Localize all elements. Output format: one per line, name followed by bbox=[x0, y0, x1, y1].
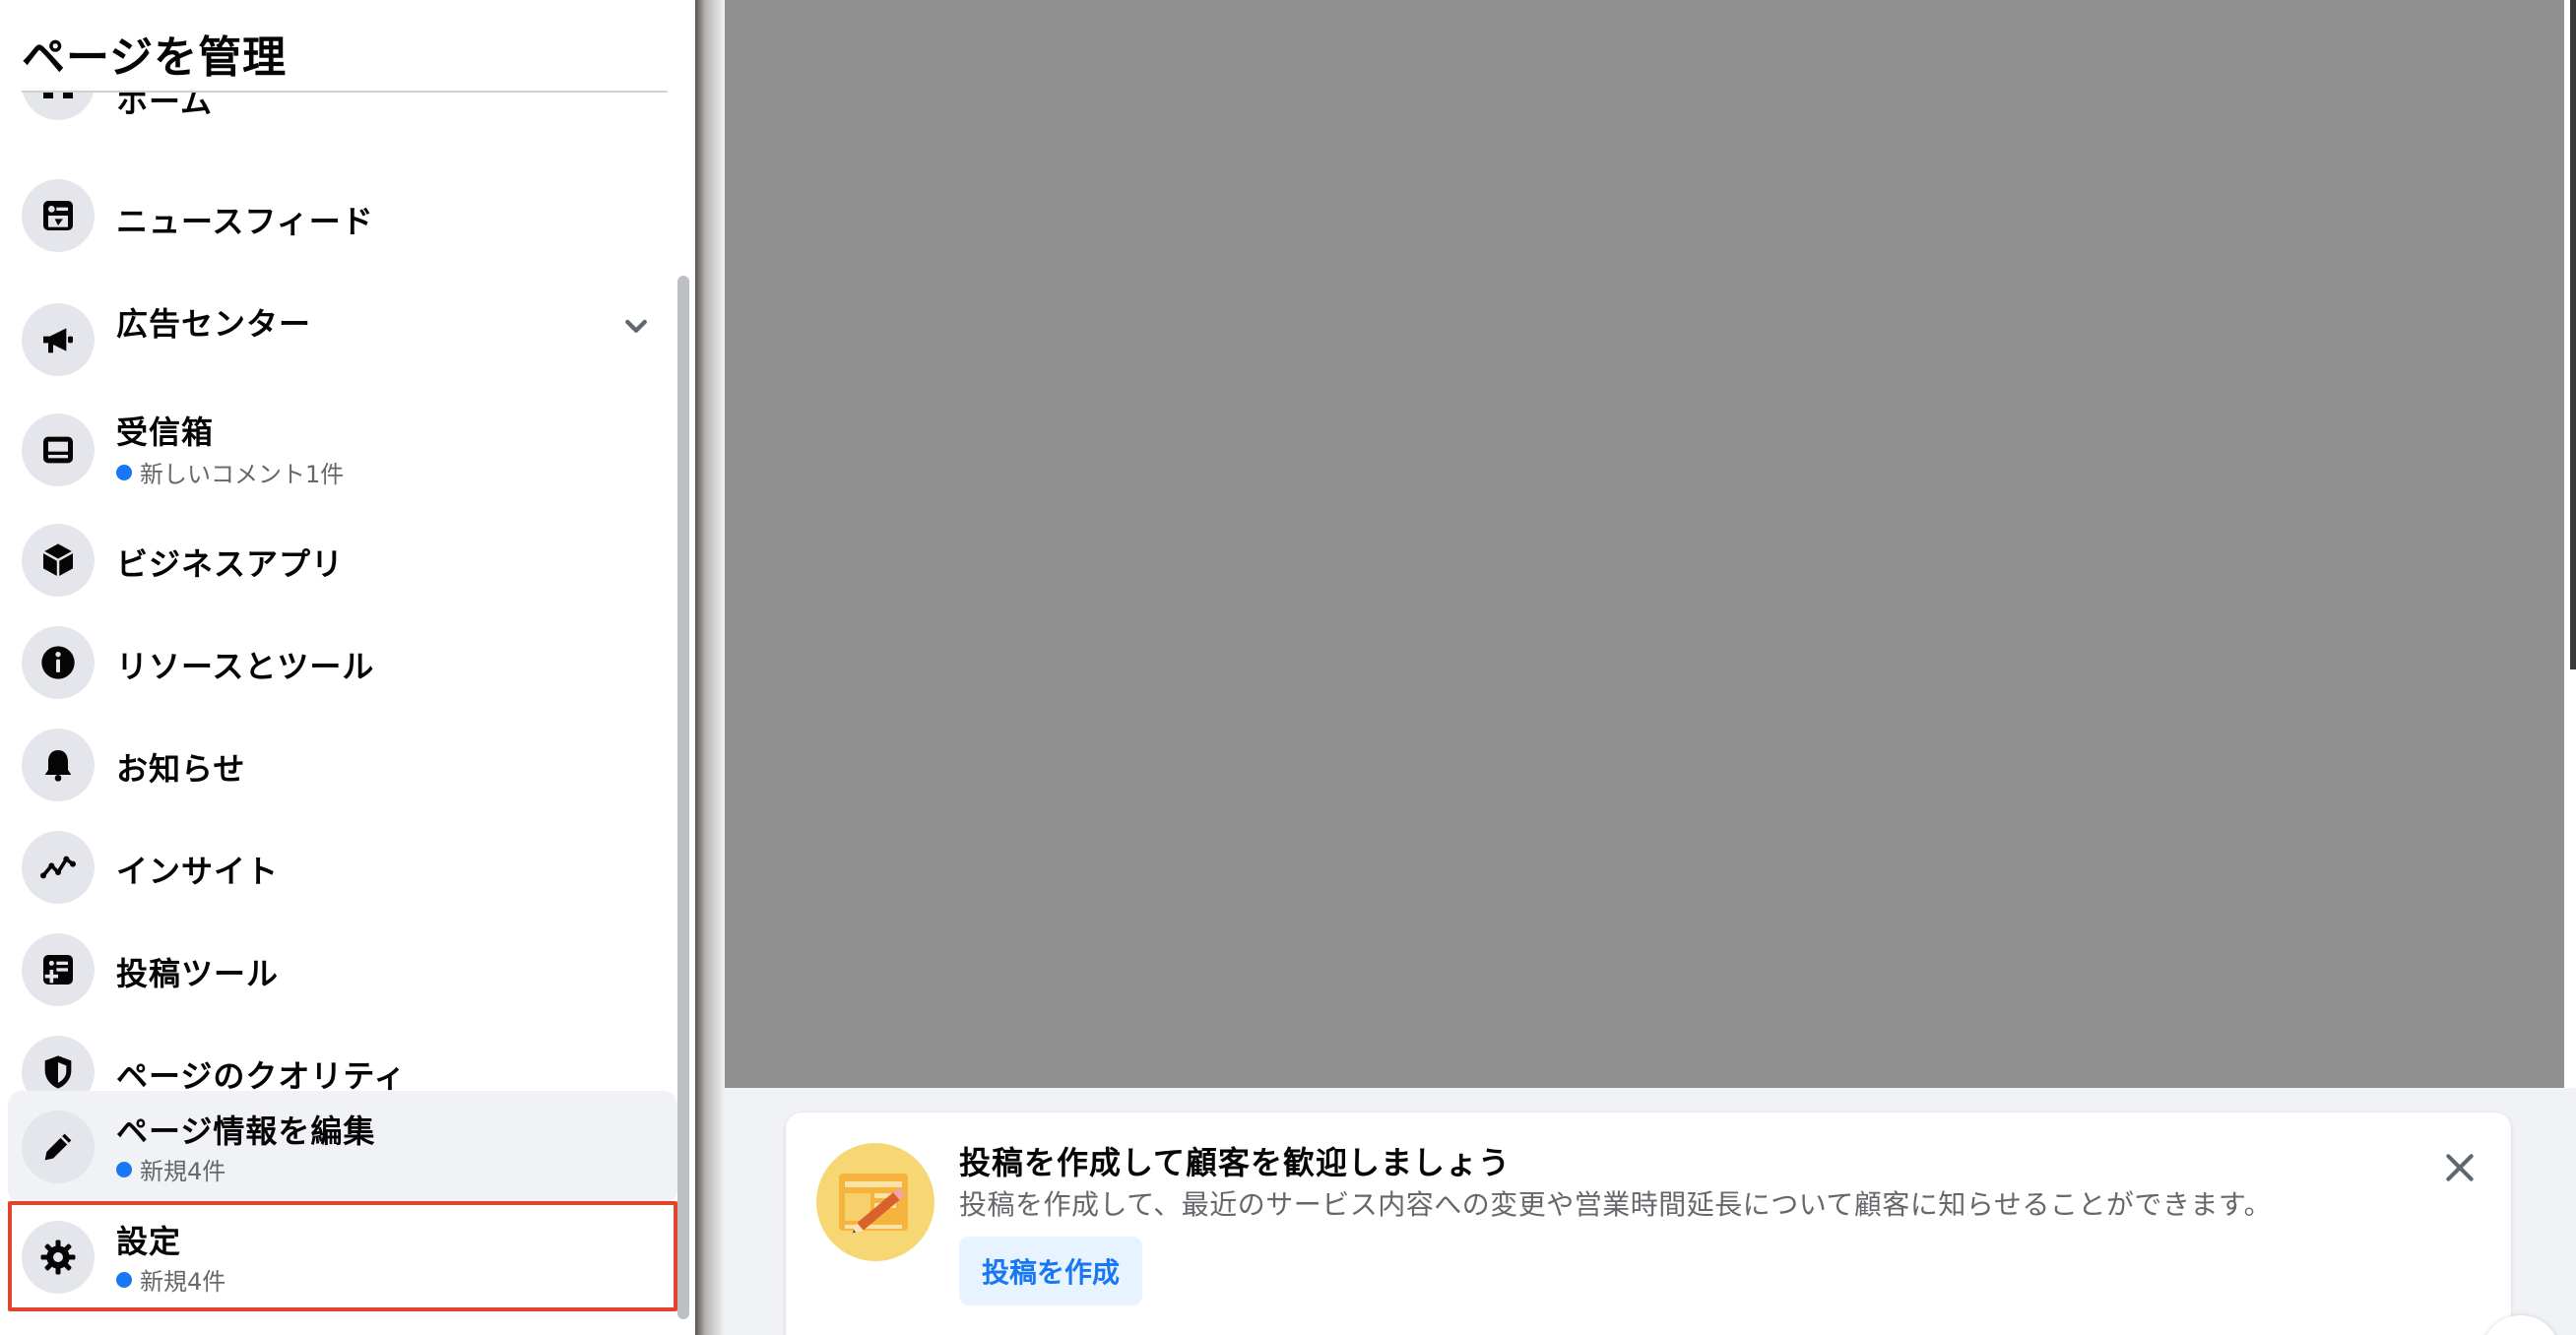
manage-page-sidebar: ページを管理 ホーム ニュースフィード 広告センター 受信箱 新しいコメント1件… bbox=[0, 0, 699, 1335]
pencil-post-illustration bbox=[815, 1142, 935, 1262]
info-icon bbox=[22, 626, 95, 699]
sidebar-item-label: ニュースフィード bbox=[116, 203, 374, 240]
cover-photo-placeholder bbox=[725, 0, 2564, 1088]
sidebar-item-insights[interactable]: インサイト bbox=[8, 817, 677, 920]
sidebar-item-settings[interactable]: 設定 新規4件 bbox=[8, 1201, 677, 1311]
newsfeed-icon bbox=[22, 179, 95, 252]
sidebar-scrollbar[interactable] bbox=[677, 276, 689, 1319]
sidebar-item-label: ビジネスアプリ bbox=[116, 545, 345, 583]
pencil-icon bbox=[22, 1111, 95, 1183]
inbox-icon bbox=[22, 413, 95, 486]
sidebar-item-notifications[interactable]: お知らせ bbox=[8, 715, 677, 817]
sidebar-item-ads-center[interactable]: 広告センター bbox=[8, 282, 677, 404]
create-post-button[interactable]: 投稿を作成 bbox=[959, 1237, 1142, 1305]
cube-icon bbox=[22, 524, 95, 597]
sidebar-title: ページを管理 bbox=[22, 32, 288, 83]
sidebar-item-label: 投稿ツール bbox=[116, 955, 280, 992]
sub-text: 新規4件 bbox=[140, 1158, 226, 1185]
sidebar-item-publishing-tools[interactable]: 投稿ツール bbox=[8, 920, 677, 1022]
publishing-tools-icon bbox=[22, 933, 95, 1006]
sidebar-item-sub: 新しいコメント1件 bbox=[116, 455, 344, 489]
new-indicator-dot bbox=[116, 1161, 132, 1177]
sidebar-item-resources-tools[interactable]: リソースとツール bbox=[8, 612, 677, 715]
megaphone-icon bbox=[22, 303, 95, 376]
create-post-promo-card: 投稿を作成して顧客を歓迎しましょう 投稿を作成して、最近のサービス内容への変更や… bbox=[786, 1112, 2511, 1335]
sidebar-item-label: ページ情報を編集 bbox=[116, 1112, 376, 1150]
sidebar-item-home[interactable]: ホーム bbox=[8, 93, 677, 136]
new-indicator-dot bbox=[116, 464, 132, 480]
sidebar-item-label: 広告センター bbox=[116, 305, 312, 343]
sidebar-item-sub: 新規4件 bbox=[116, 1152, 225, 1186]
sidebar-item-business-apps[interactable]: ビジネスアプリ bbox=[8, 510, 677, 612]
gear-icon bbox=[22, 1221, 95, 1294]
sidebar-item-sub: 新規4件 bbox=[116, 1262, 225, 1297]
sidebar-shadow bbox=[695, 0, 725, 1335]
page-scrollbar[interactable] bbox=[2570, 0, 2576, 669]
promo-card-body: 投稿を作成して、最近のサービス内容への変更や営業時間延長について顧客に知らせるこ… bbox=[959, 1188, 2273, 1221]
sidebar-item-label: ホーム bbox=[116, 93, 214, 120]
sidebar-item-edit-page-info[interactable]: ページ情報を編集 新規4件 bbox=[8, 1091, 677, 1203]
promo-card-title: 投稿を作成して顧客を歓迎しましょう bbox=[959, 1144, 1512, 1181]
sidebar-item-inbox[interactable]: 受信箱 新しいコメント1件 bbox=[8, 388, 677, 510]
home-icon bbox=[22, 93, 95, 120]
sidebar-item-label: インサイト bbox=[116, 853, 280, 890]
sub-text: 新しいコメント1件 bbox=[140, 461, 345, 488]
bell-icon bbox=[22, 729, 95, 801]
sidebar-nav: ホーム ニュースフィード 広告センター 受信箱 新しいコメント1件 ビジネスアプ… bbox=[0, 93, 689, 1335]
new-indicator-dot bbox=[116, 1271, 132, 1288]
chevron-down-icon[interactable] bbox=[616, 307, 656, 347]
sub-text: 新規4件 bbox=[140, 1268, 226, 1296]
sidebar-item-label: 設定 bbox=[116, 1223, 182, 1260]
close-icon[interactable] bbox=[2432, 1140, 2487, 1195]
insights-icon bbox=[22, 831, 95, 904]
sidebar-item-label: リソースとツール bbox=[116, 648, 375, 685]
sidebar-item-newsfeed[interactable]: ニュースフィード bbox=[8, 159, 677, 282]
sidebar-item-label: お知らせ bbox=[116, 750, 246, 788]
sidebar-item-label: 受信箱 bbox=[116, 413, 215, 451]
